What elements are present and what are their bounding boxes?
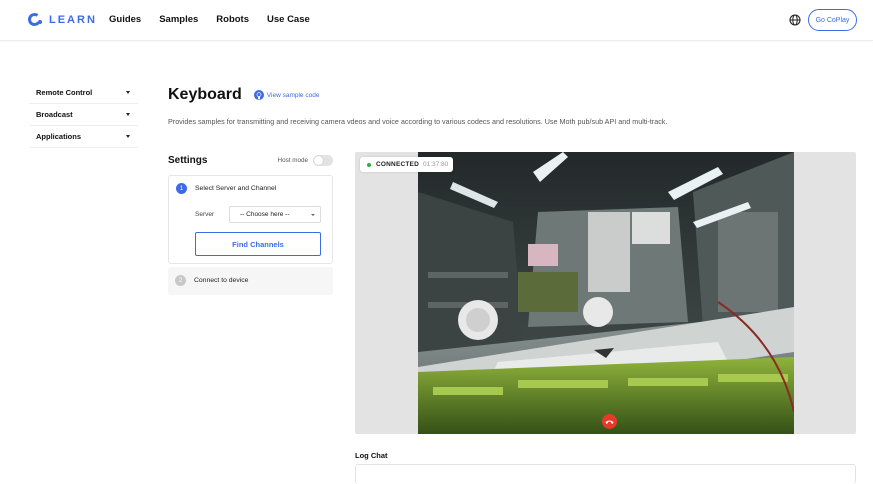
connection-status-badge: CONNECTED 01:37:80 bbox=[360, 157, 454, 172]
step-number: 1 bbox=[176, 183, 187, 194]
camera-video-frame bbox=[418, 152, 794, 434]
sample-link-label: View sample code bbox=[266, 91, 320, 99]
step-connect-device[interactable]: 2 Connect to device bbox=[168, 267, 333, 295]
chevron-down-icon bbox=[311, 214, 315, 216]
sidebar-item-applications[interactable]: Applications bbox=[29, 126, 138, 148]
sidebar-item-label: Remote Control bbox=[36, 88, 93, 97]
host-mode-toggle[interactable] bbox=[313, 155, 333, 166]
server-select[interactable]: -- Choose here -- bbox=[229, 206, 321, 223]
connection-status: CONNECTED bbox=[376, 161, 419, 168]
github-icon bbox=[253, 90, 264, 100]
chevron-down-icon bbox=[126, 135, 130, 138]
page-title: Keyboard bbox=[168, 86, 242, 103]
page-header: Keyboard View sample code bbox=[168, 86, 319, 104]
find-channels-button[interactable]: Find Channels bbox=[195, 232, 321, 256]
log-chat-title: Log Chat bbox=[355, 451, 388, 460]
logo-icon bbox=[26, 11, 43, 28]
globe-icon[interactable] bbox=[789, 14, 801, 26]
host-mode-label: Host mode bbox=[277, 157, 308, 164]
sidebar-item-label: Broadcast bbox=[36, 110, 73, 119]
step-select-server: 1 Select Server and Channel Server -- Ch… bbox=[168, 175, 333, 264]
sidebar-item-remote-control[interactable]: Remote Control bbox=[29, 82, 138, 104]
main-nav: Guides Samples Robots Use Case bbox=[109, 14, 328, 25]
chevron-down-icon bbox=[126, 113, 130, 116]
nav-item-samples[interactable]: Samples bbox=[159, 14, 198, 25]
sidebar-item-broadcast[interactable]: Broadcast bbox=[29, 104, 138, 126]
host-mode: Host mode bbox=[278, 155, 333, 166]
view-sample-code-link[interactable]: View sample code bbox=[253, 90, 320, 100]
nav-item-guides[interactable]: Guides bbox=[109, 14, 141, 25]
step-label: Select Server and Channel bbox=[195, 185, 277, 192]
camera-feed-image bbox=[418, 152, 794, 434]
connection-elapsed: 01:37:80 bbox=[422, 161, 449, 168]
phone-hangup-icon bbox=[605, 420, 614, 424]
video-panel: CONNECTED 01:37:80 bbox=[355, 152, 856, 434]
brand-logo[interactable]: LEARN bbox=[26, 11, 97, 28]
brand-name: LEARN bbox=[49, 14, 97, 26]
step-number: 2 bbox=[175, 275, 186, 286]
nav-item-robots[interactable]: Robots bbox=[216, 14, 249, 25]
nav-item-use-case[interactable]: Use Case bbox=[267, 14, 310, 25]
chevron-down-icon bbox=[126, 91, 130, 94]
hangup-button[interactable] bbox=[602, 414, 617, 429]
sidebar-item-label: Applications bbox=[36, 132, 82, 141]
sidebar: Remote Control Broadcast Applications bbox=[29, 82, 138, 148]
server-select-value: -- Choose here -- bbox=[240, 211, 290, 218]
step-label: Connect to device bbox=[194, 277, 249, 284]
settings-title: Settings bbox=[168, 155, 208, 166]
server-label: Server bbox=[195, 211, 215, 218]
top-navigation-bar: LEARN Guides Samples Robots Use Case Go … bbox=[0, 0, 873, 41]
go-coplay-button[interactable]: Go CoPlay bbox=[808, 9, 857, 31]
status-dot-icon bbox=[367, 162, 371, 167]
settings-header: Settings Host mode bbox=[168, 155, 333, 166]
page-description: Provides samples for transmitting and re… bbox=[168, 117, 668, 126]
log-chat-box[interactable] bbox=[355, 464, 856, 484]
